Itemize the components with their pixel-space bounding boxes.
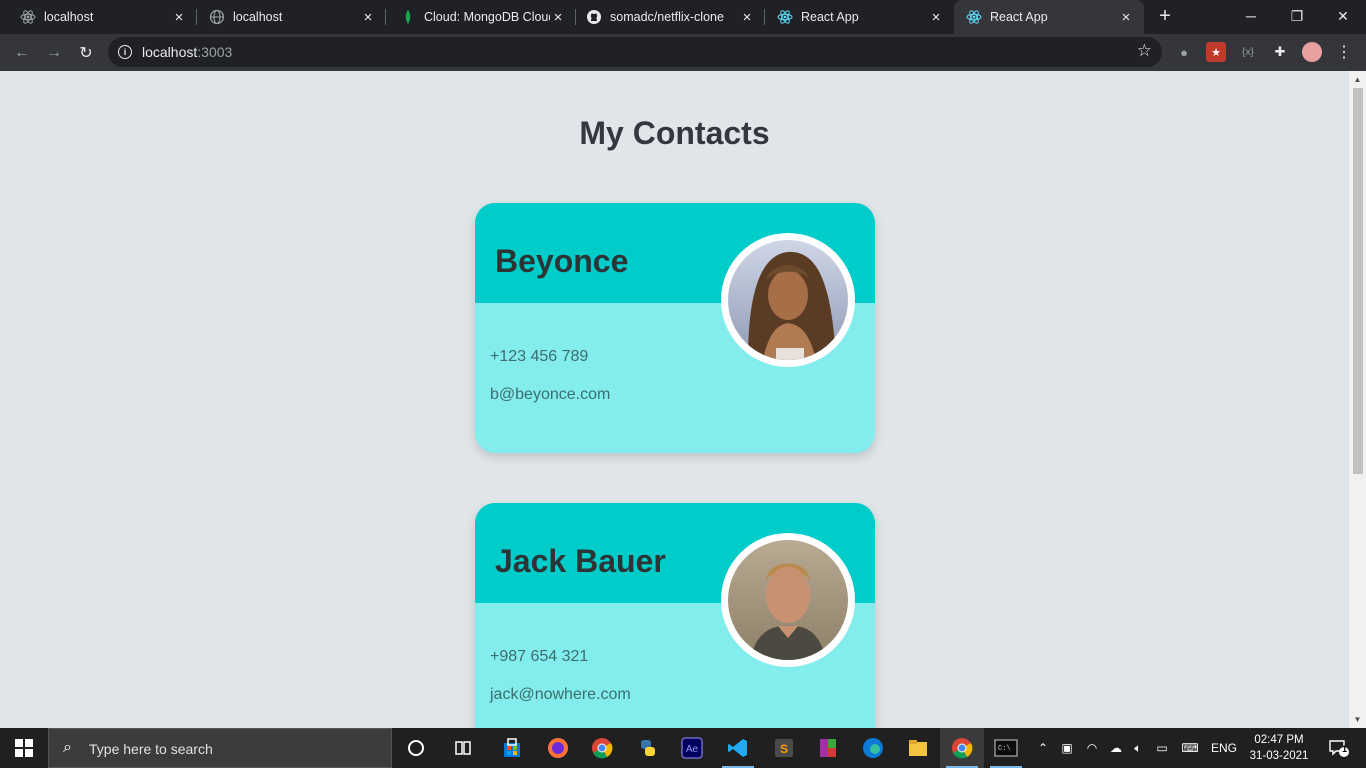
tab-strip: localhost × localhost × Cloud: MongoDB C… xyxy=(0,0,1366,34)
microsoft-store-icon[interactable] xyxy=(490,728,534,768)
page-scrollbar[interactable]: ▲ ▼ xyxy=(1349,71,1366,728)
site-info-icon[interactable]: i xyxy=(118,45,132,59)
search-icon: ⌕ xyxy=(63,739,72,756)
show-hidden-icons-icon[interactable]: ⌃ xyxy=(1033,728,1053,768)
react-icon xyxy=(777,9,793,25)
terminal-icon[interactable]: C:\ xyxy=(984,728,1028,768)
keyboard-icon[interactable]: ⌨ xyxy=(1176,728,1204,768)
close-tab-icon[interactable]: × xyxy=(360,9,376,26)
tab-react-app-active[interactable]: React App × xyxy=(954,0,1144,34)
network-icon[interactable]: ◠ xyxy=(1081,728,1103,768)
contact-avatar xyxy=(721,233,855,367)
windows-logo-icon xyxy=(15,739,33,757)
url-port: :3003 xyxy=(197,44,233,60)
extension-icon[interactable]: ● xyxy=(1174,42,1194,62)
scroll-up-arrow-icon[interactable]: ▲ xyxy=(1349,71,1366,88)
close-tab-icon[interactable]: × xyxy=(171,9,187,26)
close-tab-icon[interactable]: × xyxy=(928,9,944,26)
new-tab-button[interactable]: + xyxy=(1154,5,1176,27)
contact-phone: +987 654 321 xyxy=(490,648,589,665)
contact-avatar xyxy=(721,533,855,667)
react-icon xyxy=(20,9,36,25)
chrome-icon[interactable] xyxy=(940,728,984,768)
bookmark-star-icon[interactable]: ☆ xyxy=(1137,41,1152,61)
svg-text:Ae: Ae xyxy=(686,744,699,755)
close-window-button[interactable]: ✕ xyxy=(1320,0,1366,32)
tab-label: somadc/netflix-clone xyxy=(610,10,724,24)
chrome-icon[interactable] xyxy=(580,728,624,768)
taskbar-search-box[interactable]: ⌕ Type here to search xyxy=(48,728,392,768)
windows-taskbar: ⌕ Type here to search Ae S C:\ ⌃ ▣ ◠ ☁ 🔈… xyxy=(0,728,1366,768)
clock-time: 02:47 PM xyxy=(1254,734,1304,746)
cortana-icon[interactable] xyxy=(394,728,438,768)
tab-label: React App xyxy=(801,10,859,24)
tab-label: React App xyxy=(990,10,1048,24)
contact-card: Beyonce +123 456 789 b@beyonce.com xyxy=(475,203,875,453)
task-view-icon[interactable] xyxy=(441,728,485,768)
contact-phone: +123 456 789 xyxy=(490,348,589,365)
windows-start-button[interactable] xyxy=(0,728,48,768)
svg-text:S: S xyxy=(780,742,788,756)
sublime-text-icon[interactable]: S xyxy=(762,728,806,768)
tab-label: Cloud: MongoDB Cloud xyxy=(424,10,550,24)
clock-date: 31-03-2021 xyxy=(1249,750,1309,762)
search-placeholder: Type here to search xyxy=(89,741,213,757)
taskbar-clock[interactable]: 02:47 PM 31-03-2021 xyxy=(1246,732,1312,764)
scrollbar-thumb[interactable] xyxy=(1353,88,1363,474)
scroll-down-arrow-icon[interactable]: ▼ xyxy=(1349,711,1366,728)
contact-email: jack@nowhere.com xyxy=(490,686,631,703)
contact-email: b@beyonce.com xyxy=(490,386,611,403)
globe-icon xyxy=(209,9,225,25)
restore-button[interactable]: ❐ xyxy=(1274,0,1320,32)
avatar-photo xyxy=(728,240,848,360)
winrar-icon[interactable] xyxy=(806,728,850,768)
react-icon xyxy=(966,9,982,25)
tab-label: localhost xyxy=(44,10,94,24)
puzzle-extensions-icon[interactable]: ✚ xyxy=(1270,42,1290,62)
github-icon xyxy=(586,9,602,25)
contact-name: Beyonce xyxy=(495,243,629,279)
meet-now-icon[interactable]: ▣ xyxy=(1057,728,1077,768)
tab-github-netflix-clone[interactable]: somadc/netflix-clone × xyxy=(576,0,765,34)
close-tab-icon[interactable]: × xyxy=(739,9,755,26)
browser-toolbar: ← → ↻ i localhost:3003 ☆ ● ★ {x} ✚ ⋮ xyxy=(0,34,1366,71)
address-bar[interactable]: i localhost:3003 ☆ xyxy=(108,37,1162,67)
tab-localhost-2[interactable]: localhost × xyxy=(197,0,386,34)
notification-center-icon[interactable]: 1 xyxy=(1318,728,1358,768)
back-button[interactable]: ← xyxy=(10,41,34,65)
tab-react-app-1[interactable]: React App × xyxy=(765,0,954,34)
page-title: My Contacts xyxy=(579,115,770,151)
url-text[interactable]: localhost:3003 xyxy=(142,44,232,60)
minimize-button[interactable]: ─ xyxy=(1228,0,1274,32)
avatar-photo xyxy=(728,540,848,660)
language-indicator[interactable]: ENG xyxy=(1206,728,1242,768)
extension-icon[interactable]: {x} xyxy=(1238,42,1258,62)
firefox-icon[interactable] xyxy=(536,728,580,768)
forward-button[interactable]: → xyxy=(42,41,66,65)
contact-name: Jack Bauer xyxy=(495,543,666,579)
close-tab-icon[interactable]: × xyxy=(550,9,566,26)
menu-kebab-icon[interactable]: ⋮ xyxy=(1334,42,1354,62)
onedrive-icon[interactable]: ☁ xyxy=(1105,728,1127,768)
tab-mongodb-cloud[interactable]: Cloud: MongoDB Cloud × xyxy=(386,0,576,34)
file-explorer-icon[interactable] xyxy=(896,728,940,768)
profile-avatar[interactable] xyxy=(1302,42,1322,62)
contact-card: Jack Bauer +987 654 321 jack@nowhere.com xyxy=(475,503,875,728)
mongodb-leaf-icon xyxy=(400,9,416,25)
after-effects-icon[interactable]: Ae xyxy=(670,728,714,768)
extension-icon[interactable]: ★ xyxy=(1206,42,1226,62)
url-host: localhost xyxy=(142,44,198,60)
vscode-icon[interactable] xyxy=(716,728,760,768)
notification-count-badge: 1 xyxy=(1342,744,1348,754)
tab-localhost-1[interactable]: localhost × xyxy=(0,0,197,34)
svg-text:C:\: C:\ xyxy=(998,745,1011,753)
edge-icon[interactable] xyxy=(851,728,895,768)
python-icon[interactable] xyxy=(626,728,670,768)
page-viewport: My Contacts Beyonce +123 456 789 b@beyon… xyxy=(0,71,1366,728)
tab-label: localhost xyxy=(233,10,283,24)
close-tab-icon[interactable]: × xyxy=(1118,9,1134,26)
battery-icon[interactable]: ▭ xyxy=(1152,728,1172,768)
volume-icon[interactable]: 🔈︎ xyxy=(1128,728,1148,768)
reload-button[interactable]: ↻ xyxy=(74,41,98,65)
